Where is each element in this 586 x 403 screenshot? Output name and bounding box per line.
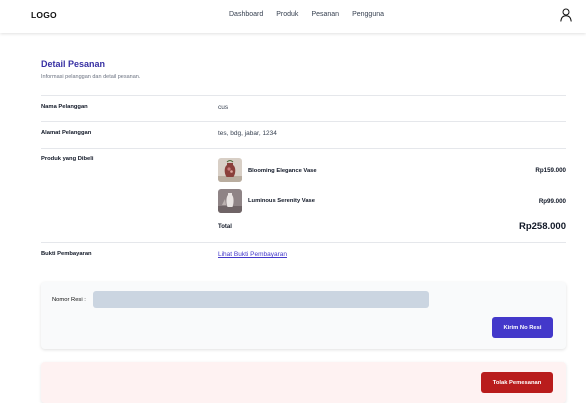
logo[interactable]: LOGO — [31, 10, 57, 20]
payment-proof-label: Bukti Pembayaran — [41, 251, 92, 257]
nav-link-pesanan[interactable]: Pesanan — [311, 11, 339, 18]
divider — [41, 242, 566, 243]
address-label: Alamat Pelanggan — [41, 130, 92, 136]
product-price: Rp159.000 — [535, 167, 566, 174]
customer-name-value: cus — [218, 104, 229, 111]
nav-link-dashboard[interactable]: Dashboard — [229, 11, 263, 18]
products-label: Produk yang Dibeli — [41, 156, 94, 162]
page-title: Detail Pesanan — [41, 59, 106, 69]
send-tracking-number-button[interactable]: Kirim No Resi — [492, 317, 553, 338]
total-value: Rp258.000 — [518, 221, 566, 232]
tracking-number-input[interactable] — [93, 291, 429, 308]
product-image-blooming-vase — [218, 158, 242, 182]
address-value: tes, bdg, jabar, 1234 — [218, 130, 277, 137]
product-image-luminous-vase — [218, 189, 242, 213]
view-payment-proof-link[interactable]: Lihat Bukti Pembayaran — [218, 251, 287, 258]
divider — [41, 148, 566, 149]
reject-order-button[interactable]: Tolak Pemesanan — [481, 372, 553, 393]
total-label: Total — [218, 224, 232, 230]
navbar: LOGO Dashboard Produk Pesanan Pengguna — [0, 0, 586, 33]
product-name: Blooming Elegance Vase — [248, 168, 317, 174]
customer-name-label: Nama Pelanggan — [41, 104, 88, 110]
page-subtitle: Informasi pelanggan dan detail pesanan. — [41, 74, 141, 80]
nav-link-pengguna[interactable]: Pengguna — [352, 11, 384, 18]
product-price: Rp99.000 — [538, 198, 566, 205]
nav-links: Dashboard Produk Pesanan Pengguna — [229, 11, 384, 18]
user-icon[interactable] — [560, 8, 572, 22]
tracking-number-card: Nomor Resi : Kirim No Resi — [41, 282, 566, 349]
divider — [41, 121, 566, 122]
nav-link-produk[interactable]: Produk — [276, 11, 298, 18]
divider — [41, 95, 566, 96]
tracking-number-label: Nomor Resi : — [52, 297, 86, 303]
product-name: Luminous Serenity Vase — [248, 198, 316, 204]
reject-order-card: Tolak Pemesanan — [41, 362, 566, 403]
